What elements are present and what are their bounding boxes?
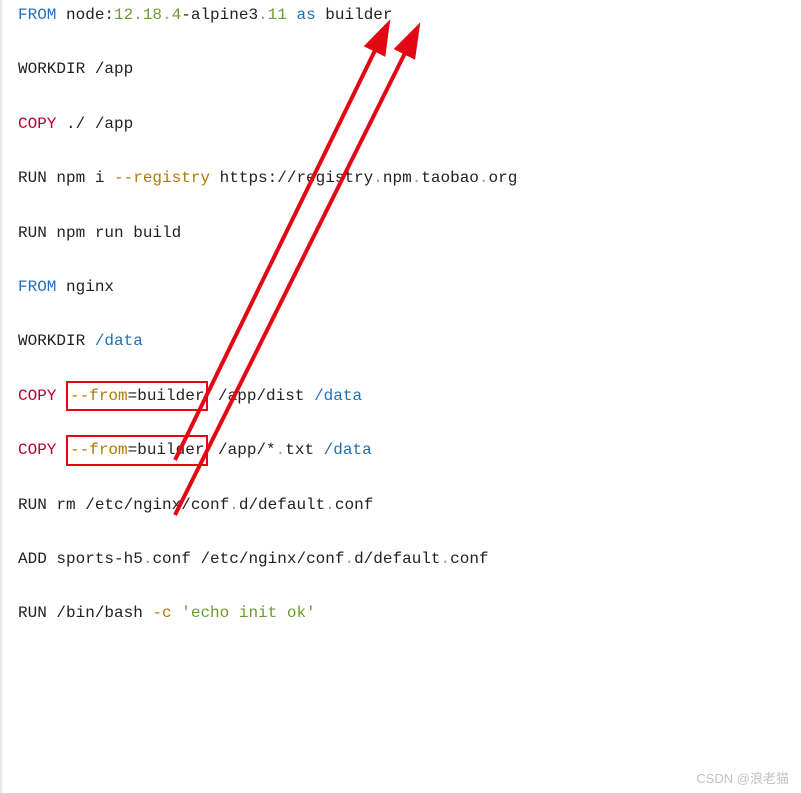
- code-line: FROM nginx: [18, 272, 801, 326]
- code-line: RUN /bin/bash -c 'echo init ok': [18, 598, 801, 652]
- dockerfile-code-block: FROM node:12.18.4-alpine3.11 as builder …: [0, 0, 801, 793]
- code-line: ADD sports-h5.conf /etc/nginx/conf.d/def…: [18, 544, 801, 598]
- highlight-box: --from=builder: [66, 381, 208, 411]
- keyword-copy: COPY: [18, 115, 56, 133]
- highlight-box: --from=builder: [66, 435, 208, 465]
- keyword-from: FROM: [18, 6, 56, 24]
- code-line: WORKDIR /data: [18, 326, 801, 380]
- code-line: COPY --from=builder /app/dist /data: [18, 381, 801, 435]
- stage-name-builder: builder: [316, 6, 393, 24]
- code-line: RUN npm run build: [18, 218, 801, 272]
- keyword-from: FROM: [18, 278, 56, 296]
- code-line: COPY ./ /app: [18, 109, 801, 163]
- watermark-text: CSDN @浪老猫: [696, 768, 789, 787]
- code-line: RUN npm i --registry https://registry.np…: [18, 163, 801, 217]
- keyword-as: as: [287, 6, 316, 24]
- code-line: COPY --from=builder /app/*.txt /data: [18, 435, 801, 489]
- code-line: RUN rm /etc/nginx/conf.d/default.conf: [18, 490, 801, 544]
- keyword-copy: COPY: [18, 387, 56, 405]
- code-line: WORKDIR /app: [18, 54, 801, 108]
- code-line: FROM node:12.18.4-alpine3.11 as builder: [18, 0, 801, 54]
- keyword-copy: COPY: [18, 441, 56, 459]
